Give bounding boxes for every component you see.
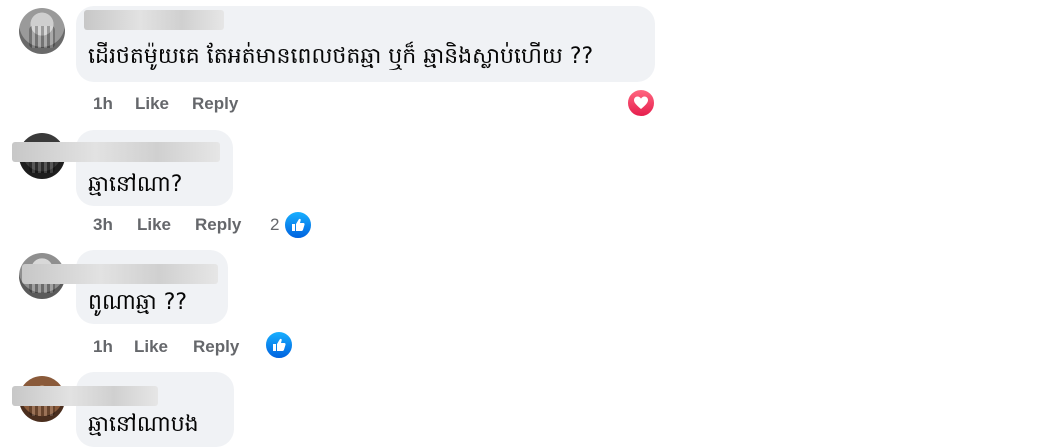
author-name-blurred[interactable]: [22, 264, 218, 284]
like-button[interactable]: Like: [135, 94, 169, 114]
comment-time[interactable]: 3h: [93, 215, 113, 235]
comment-bubble: ឆ្មានៅណាបង: [12, 372, 234, 447]
comment-bubble: ដើរថតម៉ូយគេ តែអត់មានពេលថតឆ្មា ឬក៏ ឆ្មានិ…: [76, 6, 655, 82]
comment-bubble: ឆ្មានៅណា?: [12, 130, 233, 206]
author-name-blurred[interactable]: [12, 142, 220, 162]
reaction-count[interactable]: 2: [270, 215, 279, 235]
author-name-blurred[interactable]: [84, 10, 224, 30]
reply-button[interactable]: Reply: [193, 337, 239, 357]
like-button[interactable]: Like: [134, 337, 168, 357]
comment-text: ឆ្មានៅណាបង: [88, 412, 199, 437]
comment-bubble: ពូណាឆ្មា ??: [22, 250, 228, 324]
like-thumb-icon[interactable]: [264, 330, 294, 360]
like-thumb-icon[interactable]: [283, 210, 313, 240]
comment-text: ពូណាឆ្មា ??: [88, 290, 188, 315]
like-button[interactable]: Like: [137, 215, 171, 235]
avatar[interactable]: [19, 8, 65, 54]
comment-time[interactable]: 1h: [93, 337, 113, 357]
comment-time[interactable]: 1h: [93, 94, 113, 114]
comment-text: ដើរថតម៉ូយគេ តែអត់មានពេលថតឆ្មា ឬក៏ ឆ្មានិ…: [88, 44, 594, 69]
reply-button[interactable]: Reply: [192, 94, 238, 114]
comment-text: ឆ្មានៅណា?: [88, 172, 183, 197]
author-name-blurred[interactable]: [12, 386, 158, 406]
heart-icon[interactable]: [626, 88, 656, 118]
reply-button[interactable]: Reply: [195, 215, 241, 235]
